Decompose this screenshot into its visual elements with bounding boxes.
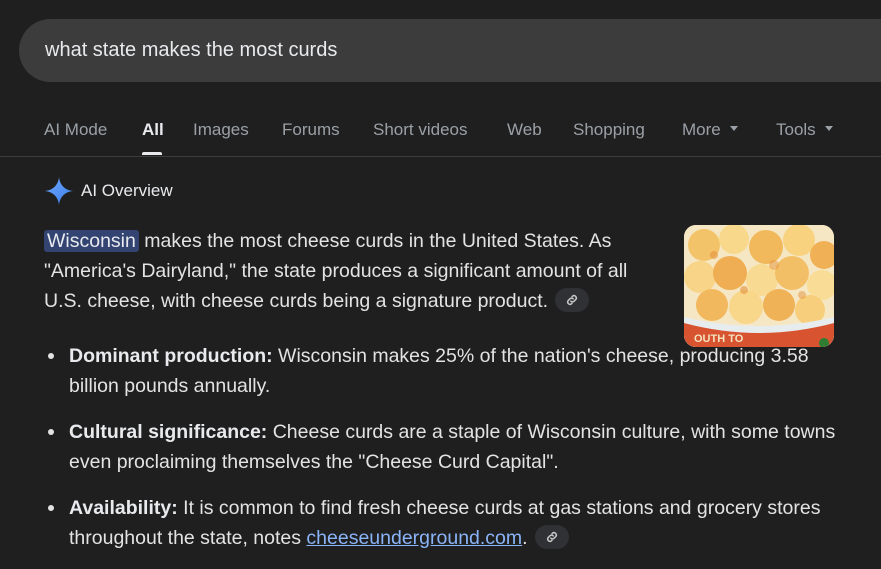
ai-overview-bullets: Dominant production: Wisconsin makes 25%… <box>44 341 844 569</box>
tab-web[interactable]: Web <box>507 120 542 140</box>
tab-more[interactable]: More <box>682 120 738 140</box>
search-bar[interactable] <box>19 19 881 82</box>
cheese-curds-image[interactable]: OUTH TO <box>684 225 834 347</box>
search-input[interactable] <box>45 39 745 62</box>
list-item: Cultural significance: Cheese curds are … <box>44 417 844 477</box>
bullet-label: Availability: <box>69 497 178 519</box>
bullet-label: Dominant production: <box>69 345 273 367</box>
ai-overview-header: AI Overview <box>44 176 173 206</box>
tab-tools[interactable]: Tools <box>776 120 833 140</box>
caret-down-icon <box>729 126 738 132</box>
list-item: Availability: It is common to find fresh… <box>44 493 844 553</box>
tab-forums[interactable]: Forums <box>282 120 340 140</box>
source-link-chip[interactable] <box>535 524 569 549</box>
search-tabs: AI Mode All Images Forums Short videos W… <box>0 106 881 157</box>
highlighted-answer: Wisconsin <box>44 230 139 252</box>
link-icon <box>567 294 578 305</box>
bullet-text-end: . <box>522 527 528 549</box>
caret-down-icon <box>824 126 833 132</box>
ai-overview-summary: Wisconsin makes the most cheese curds in… <box>44 226 669 316</box>
link-icon <box>546 531 558 542</box>
bullet-dot <box>48 429 54 435</box>
tab-shopping[interactable]: Shopping <box>573 120 645 140</box>
source-link-chip[interactable] <box>555 287 590 312</box>
bullet-dot <box>48 505 54 511</box>
active-tab-indicator <box>142 152 162 155</box>
list-item: Dominant production: Wisconsin makes 25%… <box>44 341 844 401</box>
bullet-dot <box>48 353 54 359</box>
tab-more-label: More <box>682 120 721 139</box>
tab-short-videos[interactable]: Short videos <box>373 120 468 140</box>
tab-tools-label: Tools <box>776 120 816 139</box>
ai-overview-title: AI Overview <box>81 181 173 200</box>
tab-all[interactable]: All <box>142 120 164 140</box>
tab-ai-mode[interactable]: AI Mode <box>44 120 107 140</box>
tab-images[interactable]: Images <box>193 120 249 140</box>
sparkle-icon <box>44 176 74 206</box>
source-link[interactable]: cheeseunderground.com <box>306 527 522 549</box>
bullet-label: Cultural significance: <box>69 421 268 443</box>
